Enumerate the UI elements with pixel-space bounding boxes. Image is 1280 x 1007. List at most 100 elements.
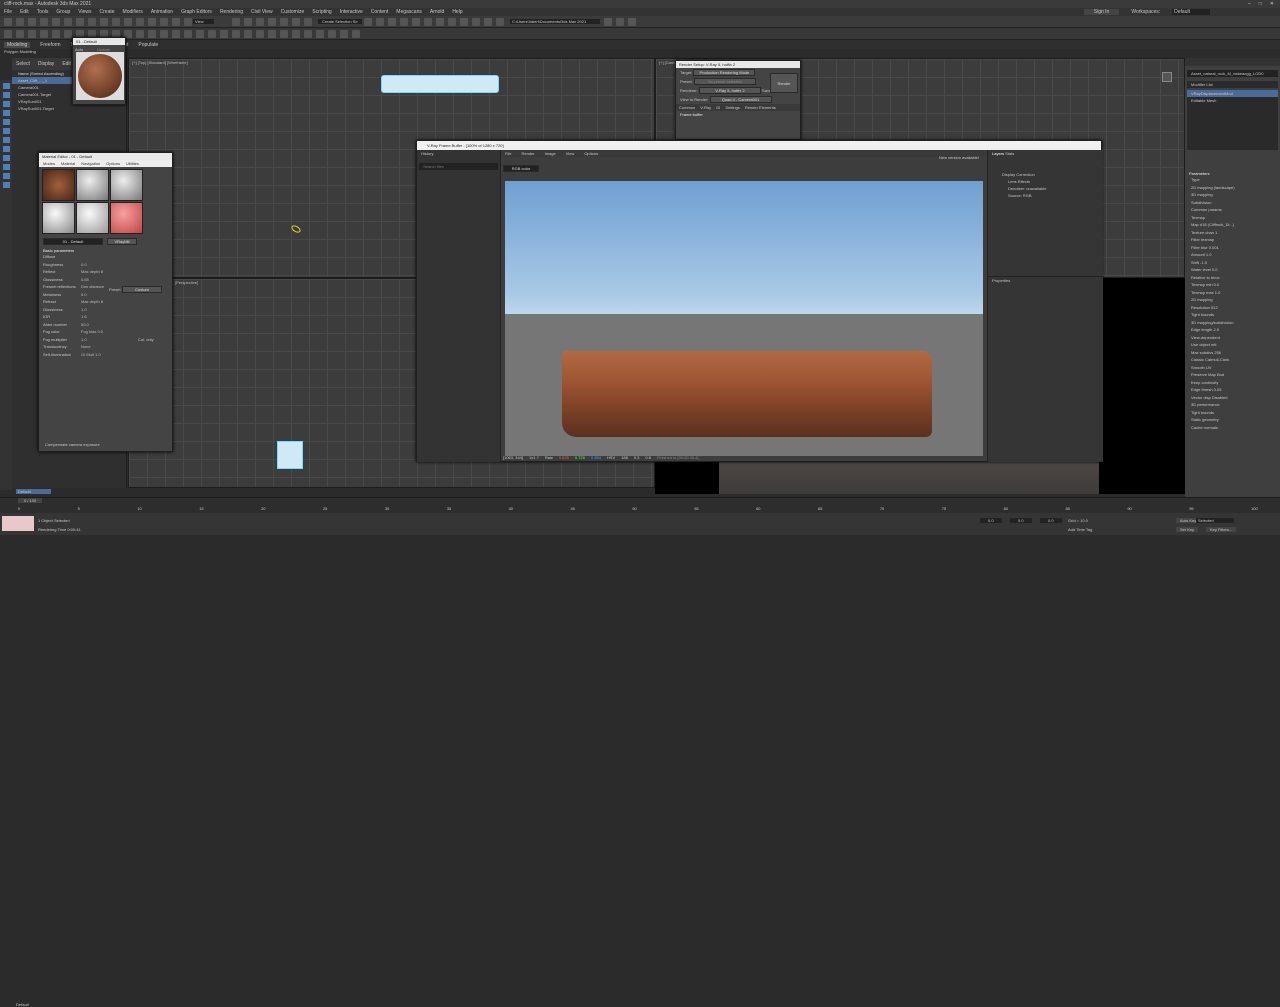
menu-item-file[interactable]: File: [4, 9, 12, 15]
toolbar-icon[interactable]: [28, 18, 36, 26]
toolbar-icon[interactable]: [100, 18, 108, 26]
display-tool-icon[interactable]: [2, 137, 10, 143]
parameter-item[interactable]: Vector disp Disabled: [1185, 395, 1280, 403]
parameter-item[interactable]: Type: [1185, 177, 1280, 185]
toolbar-icon[interactable]: [40, 18, 48, 26]
menu-item-group[interactable]: Group: [56, 9, 70, 15]
toolbar-icon[interactable]: [232, 30, 240, 38]
material-editor-menu-item[interactable]: Material: [61, 161, 75, 166]
viewcube-icon[interactable]: [1162, 72, 1172, 82]
vfb-menu-item[interactable]: Render: [521, 151, 534, 156]
toolbar-icon[interactable]: [244, 30, 252, 38]
toolbar-icon[interactable]: [52, 18, 60, 26]
vfb-menu-item[interactable]: Image: [545, 151, 556, 156]
workspace-select[interactable]: Default: [1172, 9, 1210, 15]
menu-item-civil-view[interactable]: Civil View: [251, 9, 273, 15]
parameter-item[interactable]: Static geometry: [1185, 417, 1280, 425]
search-tool-icon[interactable]: [2, 164, 10, 170]
menu-item-content[interactable]: Content: [371, 9, 389, 15]
layer-item[interactable]: Source: RGB: [988, 192, 1103, 199]
maxscript-listener[interactable]: [2, 516, 34, 531]
toolbar-icon[interactable]: [184, 30, 192, 38]
toolbar-icon[interactable]: [364, 18, 372, 26]
toolbar-icon[interactable]: [148, 30, 156, 38]
parameter-item[interactable]: Texture chan 1: [1185, 230, 1280, 238]
menu-item-views[interactable]: Views: [78, 9, 91, 15]
channel-select[interactable]: RGB color: [503, 165, 539, 172]
param-value[interactable]: 1.6: [81, 314, 87, 322]
toolbar-icon[interactable]: [136, 18, 144, 26]
toolbar-icon[interactable]: [64, 30, 72, 38]
param-value[interactable]: Max depth 8: [81, 299, 103, 307]
view-select[interactable]: Quad 4 - Camera001: [709, 96, 772, 103]
toolbar-icon[interactable]: [4, 30, 12, 38]
toolbar-icon[interactable]: [112, 18, 120, 26]
toolbar-icon[interactable]: [460, 18, 468, 26]
param-value[interactable]: Max depth 8: [81, 269, 103, 277]
frame-buffer-rollout[interactable]: Frame buffer: [676, 111, 800, 118]
material-slot[interactable]: [42, 202, 75, 234]
parameter-item[interactable]: Texmap min 0.0: [1185, 282, 1280, 290]
y-coord[interactable]: 0.0: [1010, 518, 1032, 523]
toolbar-icon[interactable]: [88, 18, 96, 26]
material-slot[interactable]: [110, 169, 143, 201]
view-select[interactable]: View: [193, 19, 214, 24]
parameter-item[interactable]: Common params: [1185, 207, 1280, 215]
scale-tool-icon[interactable]: [2, 110, 10, 116]
raw-toggle[interactable]: Raw: [545, 455, 553, 460]
toolbar-icon[interactable]: [376, 18, 384, 26]
toolbar-icon[interactable]: [40, 30, 48, 38]
modifier-list-select[interactable]: Modifier List: [1187, 81, 1278, 88]
project-path[interactable]: C:\Users\Valeri\Documents\3ds Max 2021: [510, 19, 601, 24]
param-value[interactable]: None: [81, 344, 91, 352]
viewport-label[interactable]: [+] [Top] [Standard] [Wireframe]: [132, 60, 188, 65]
toolbar-icon[interactable]: [16, 30, 24, 38]
menu-item-animation[interactable]: Animation: [151, 9, 173, 15]
basic-parameters-rollout[interactable]: Basic parameters: [39, 247, 172, 254]
parameter-item[interactable]: Tight bounds: [1185, 410, 1280, 418]
menu-item-tools[interactable]: Tools: [37, 9, 49, 15]
parameter-item[interactable]: Edge thresh 0.05: [1185, 387, 1280, 395]
toolbar-icon[interactable]: [448, 18, 456, 26]
hierarchy-tool-icon[interactable]: [2, 128, 10, 134]
menu-item-customize[interactable]: Customize: [281, 9, 305, 15]
toolbar-icon[interactable]: [160, 30, 168, 38]
toolbar-icon[interactable]: [472, 18, 480, 26]
material-editor-menu-item[interactable]: Modes: [43, 161, 55, 166]
material-editor-menu-item[interactable]: Utilities: [126, 161, 139, 166]
param-value[interactable]: 50.0: [81, 322, 89, 330]
material-editor-menu-item[interactable]: Navigation: [81, 161, 100, 166]
select-tool-icon[interactable]: [2, 83, 10, 89]
parameter-item[interactable]: 3D mapping: [1185, 192, 1280, 200]
menu-item-megascans[interactable]: Megascans: [396, 9, 422, 15]
x-coord[interactable]: 0.0: [980, 518, 1002, 523]
parameter-item[interactable]: Relative to bbox: [1185, 275, 1280, 283]
toolbar-icon[interactable]: [232, 18, 240, 26]
parameter-item[interactable]: 2D mapping: [1185, 297, 1280, 305]
param-value[interactable]: 1.0: [81, 307, 87, 315]
toolbar-icon[interactable]: [184, 18, 192, 26]
param-value[interactable]: Fog bias 0.0: [81, 329, 103, 337]
toolbar-icon[interactable]: [628, 18, 636, 26]
parameter-item[interactable]: Smooth UV: [1185, 365, 1280, 373]
render-setup-tab[interactable]: Render Elements: [745, 105, 776, 110]
layer-name[interactable]: Default: [16, 1002, 29, 1007]
material-name-field[interactable]: 01 - Default: [43, 238, 103, 245]
render-setup-tab[interactable]: V-Ray: [700, 105, 711, 110]
renderer-select[interactable]: V-Ray 5, hotfix 2: [698, 87, 761, 94]
toolbar-icon[interactable]: [304, 18, 312, 26]
affect-channels[interactable]: Col. only: [134, 336, 158, 343]
toolbar-icon[interactable]: [292, 18, 300, 26]
toolbar-icon[interactable]: [304, 30, 312, 38]
scene-tab-select[interactable]: Select: [16, 61, 30, 67]
history-search-input[interactable]: Search files: [419, 163, 498, 170]
ribbon-tab[interactable]: Freeform: [40, 42, 60, 48]
new-version-notice[interactable]: New version available!: [939, 155, 979, 160]
toolbar-icon[interactable]: [340, 30, 348, 38]
toolbar-icon[interactable]: [76, 18, 84, 26]
toolbar-icon[interactable]: [412, 18, 420, 26]
param-value[interactable]: 0.0: [81, 262, 87, 270]
toolbar-icon[interactable]: [388, 18, 396, 26]
toolbar-icon[interactable]: [148, 18, 156, 26]
toolbar-icon[interactable]: [196, 30, 204, 38]
